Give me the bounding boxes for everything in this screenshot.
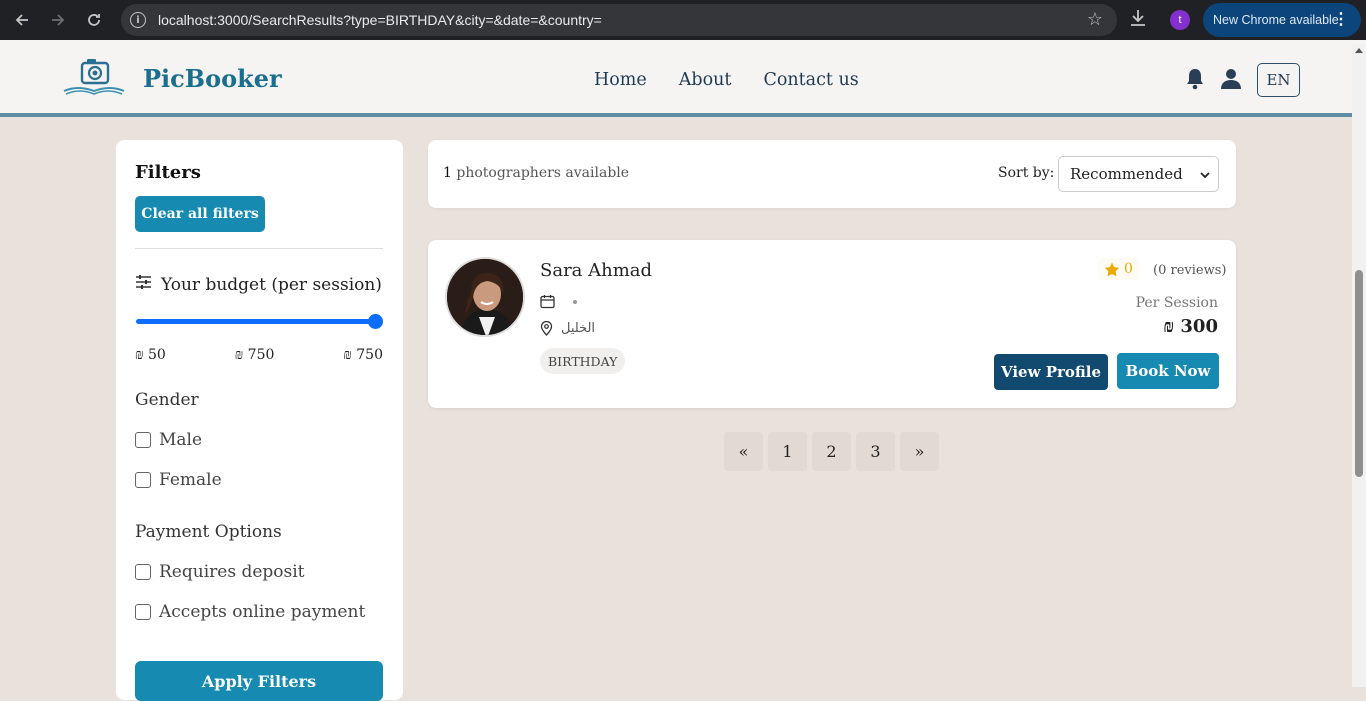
online-payment-checkbox[interactable]: [135, 604, 151, 620]
rating-value: 0: [1124, 261, 1133, 277]
star-icon: [1104, 262, 1120, 276]
rating-badge: 0: [1098, 258, 1139, 280]
results-bar: 1 photographers available Sort by: Recom…: [428, 140, 1236, 208]
budget-min: ₪ 50: [135, 347, 166, 363]
budget-title: Your budget (per session): [161, 274, 382, 295]
profile-avatar[interactable]: t: [1170, 10, 1190, 30]
main-nav: Home About Contact us: [594, 70, 859, 90]
sort-value: Recommended: [1070, 165, 1183, 183]
map-pin-icon: [540, 321, 553, 336]
budget-range-labels: ₪ 50 ₪ 750 ₪ 750: [135, 347, 383, 364]
scroll-up-arrow-icon[interactable]: [1355, 48, 1363, 53]
budget-slider-track[interactable]: [136, 319, 382, 324]
back-icon[interactable]: [4, 2, 40, 38]
budget-heading: Your budget (per session): [135, 274, 382, 295]
user-icon[interactable]: [1221, 68, 1241, 90]
event-type-tag: BIRTHDAY: [540, 348, 626, 374]
male-checkbox[interactable]: [135, 432, 151, 448]
download-icon[interactable]: [1129, 8, 1147, 33]
page-1-button[interactable]: 1: [768, 432, 807, 471]
address-url: localhost:3000/SearchResults?type=BIRTHD…: [158, 12, 602, 28]
prev-page-button[interactable]: «: [724, 432, 763, 471]
nav-home[interactable]: Home: [594, 70, 647, 90]
review-count: (0 reviews): [1153, 263, 1227, 278]
budget-max: ₪ 750: [343, 347, 383, 363]
location-row: الخليل: [540, 321, 595, 336]
calendar-icon: [540, 295, 555, 309]
site-info-icon[interactable]: i: [130, 12, 146, 28]
sort-label: Sort by:: [998, 165, 1055, 181]
availability-row: [540, 294, 577, 309]
payment-title: Payment Options: [135, 522, 282, 542]
photographer-card: Sara Ahmad الخليل BIRTHDAY 0 (0 reviews)…: [428, 240, 1236, 408]
browser-toolbar: i localhost:3000/SearchResults?type=BIRT…: [0, 0, 1366, 40]
budget-slider-handle[interactable]: [368, 314, 383, 329]
forward-icon[interactable]: [40, 2, 76, 38]
apply-filters-button[interactable]: Apply Filters: [135, 661, 383, 701]
per-session-label: Per Session: [1135, 295, 1218, 311]
bookmark-star-icon[interactable]: ☆: [1087, 9, 1103, 30]
page-scrollbar[interactable]: [1352, 44, 1366, 687]
page-2-button[interactable]: 2: [812, 432, 851, 471]
results-number: 1: [443, 165, 452, 181]
next-page-button[interactable]: »: [900, 432, 939, 471]
gender-title: Gender: [135, 390, 199, 410]
site-header: PicBooker Home About Contact us EN: [0, 40, 1366, 117]
scrollbar-thumb[interactable]: [1355, 270, 1363, 477]
female-label: Female: [159, 470, 222, 490]
online-payment-option[interactable]: Accepts online payment: [135, 602, 365, 622]
clear-filters-button[interactable]: Clear all filters: [135, 196, 265, 232]
photographer-avatar[interactable]: [445, 257, 525, 337]
female-checkbox[interactable]: [135, 472, 151, 488]
sliders-icon: [135, 274, 152, 295]
divider: [135, 248, 383, 249]
gender-female-option[interactable]: Female: [135, 470, 222, 490]
nav-contact[interactable]: Contact us: [763, 70, 858, 90]
view-profile-button[interactable]: View Profile: [994, 354, 1108, 390]
deposit-checkbox[interactable]: [135, 564, 151, 580]
nav-about[interactable]: About: [679, 70, 732, 90]
filters-panel: Filters Clear all filters Your budget (p…: [116, 140, 403, 701]
gender-male-option[interactable]: Male: [135, 430, 202, 450]
address-bar[interactable]: i localhost:3000/SearchResults?type=BIRT…: [121, 4, 1117, 36]
book-now-button[interactable]: Book Now: [1117, 353, 1219, 389]
page-3-button[interactable]: 3: [856, 432, 895, 471]
menu-dots-icon[interactable]: ⋮: [1333, 10, 1349, 30]
session-price: ₪ 300: [1163, 316, 1218, 337]
deposit-option[interactable]: Requires deposit: [135, 562, 305, 582]
reload-icon[interactable]: [76, 2, 112, 38]
male-label: Male: [159, 430, 203, 450]
deposit-label: Requires deposit: [159, 562, 305, 582]
online-payment-label: Accepts online payment: [159, 602, 366, 622]
chrome-update-button[interactable]: New Chrome available ⋮: [1203, 3, 1361, 37]
results-count: 1 photographers available: [443, 165, 629, 181]
results-suffix: photographers available: [456, 165, 630, 181]
camera-book-logo-icon[interactable]: [62, 57, 126, 97]
budget-current: ₪ 750: [234, 347, 275, 363]
update-label: New Chrome available: [1213, 13, 1339, 27]
chevron-down-icon: [1200, 172, 1210, 179]
language-button[interactable]: EN: [1257, 63, 1300, 97]
separator-dot: [573, 299, 577, 304]
bell-icon[interactable]: [1186, 68, 1204, 90]
sort-select[interactable]: Recommended: [1058, 156, 1219, 192]
pagination: « 1 2 3 »: [724, 432, 939, 471]
location-text: الخليل: [561, 321, 596, 336]
photographer-name[interactable]: Sara Ahmad: [540, 260, 652, 281]
filters-title: Filters: [135, 162, 201, 183]
brand-name[interactable]: PicBooker: [143, 64, 282, 93]
